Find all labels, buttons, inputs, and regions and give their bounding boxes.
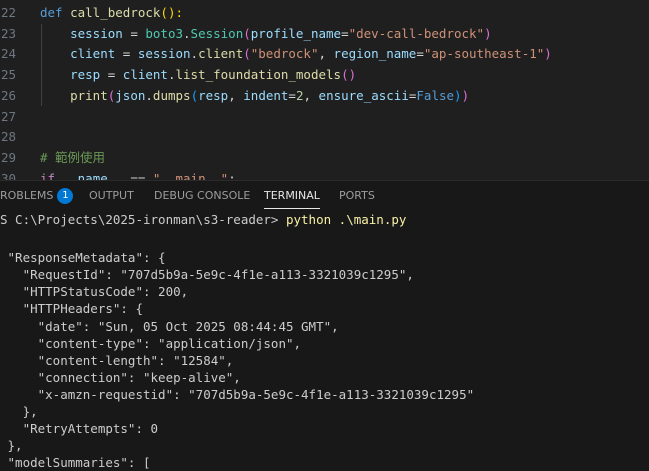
terminal-output-line: "date": "Sun, 05 Oct 2025 08:44:45 GMT", xyxy=(0,318,339,334)
terminal-output-line: "ResponseMetadata": { xyxy=(0,250,166,266)
terminal-output-line: "HTTPStatusCode": 200, xyxy=(0,284,189,300)
code-line: 30 if __name__ == "__main__": xyxy=(0,169,649,180)
code-editor[interactable]: 22 def call_bedrock(): 23 session = boto3.… xyxy=(0,0,649,180)
terminal-output-line: "x-amzn-requestid": "707d5b9a-5e9c-4f1e-… xyxy=(0,386,475,402)
terminal-output-line: "RequestId": "707d5b9a-5e9c-4f1e-a113-33… xyxy=(0,267,414,283)
terminal-output-line: "content-type": "application/json", xyxy=(0,335,302,351)
tab-output[interactable]: OUTPUT xyxy=(89,181,134,211)
code-text: resp = client.list_foundation_models() xyxy=(70,67,357,83)
line-number: 28 xyxy=(0,129,16,145)
code-text: client = session.client("bedrock", regio… xyxy=(70,46,552,62)
terminal-output-line: "RetryAttempts": 0 xyxy=(0,421,159,437)
terminal-output-line: "modelSummaries": [ xyxy=(0,455,151,471)
indent-guide xyxy=(41,23,42,107)
code-text: # 範例使用 xyxy=(40,149,106,165)
terminal-prompt: S C:\Projects\2025-ironman\s3-reader> xyxy=(0,212,286,227)
code-line: 24 client = session.client("bedrock", re… xyxy=(0,44,649,64)
terminal-output-line: }, xyxy=(0,404,38,419)
code-text: def call_bedrock(): xyxy=(40,5,183,20)
terminal-command: python .\main.py xyxy=(285,212,407,227)
terminal-prompt-line: S C:\Projects\2025-ironman\s3-reader> py… xyxy=(0,211,406,228)
code-line: 23 session = boto3.Session(profile_name=… xyxy=(0,24,649,44)
terminal[interactable]: S C:\Projects\2025-ironman\s3-reader> py… xyxy=(0,210,649,471)
code-line: 29 # 範例使用 xyxy=(0,148,649,168)
tab-terminal[interactable]: TERMINAL xyxy=(264,181,320,211)
code-line: 27 xyxy=(0,107,649,127)
line-number: 22 xyxy=(0,5,16,20)
tab-problems[interactable]: ROBLEMS 1 xyxy=(0,181,74,211)
code-text: session = boto3.Session(profile_name="de… xyxy=(70,25,492,41)
code-text: if __name__ == "__main__": xyxy=(40,170,236,180)
tab-ports[interactable]: PORTS xyxy=(339,181,375,211)
code-line: 22 def call_bedrock(): xyxy=(0,3,649,23)
code-line: 25 resp = client.list_foundation_models(… xyxy=(0,65,649,85)
panel-tab-bar: ROBLEMS 1 OUTPUT DEBUG CONSOLE TERMINAL P… xyxy=(0,180,649,211)
terminal-output-line: "content-length": "12584", xyxy=(0,352,234,368)
tab-problems-label: ROBLEMS xyxy=(0,189,54,202)
code-text: print(json.dumps(resp, indent=2, ensure_… xyxy=(70,87,470,103)
line-number: 26 xyxy=(0,87,16,103)
problems-count-badge: 1 xyxy=(57,188,74,204)
terminal-output-line: "HTTPHeaders": { xyxy=(0,301,143,317)
line-number: 24 xyxy=(0,46,16,62)
line-number: 29 xyxy=(0,149,16,165)
code-line: 26 print(json.dumps(resp, indent=2, ensu… xyxy=(0,86,649,106)
line-number: 27 xyxy=(0,108,16,124)
terminal-output-line: }, xyxy=(0,438,23,454)
line-number: 23 xyxy=(0,25,16,41)
code-line: 28 xyxy=(0,127,649,147)
line-number: 25 xyxy=(0,67,16,83)
terminal-output-line: "connection": "keep-alive", xyxy=(0,369,241,385)
line-number: 30 xyxy=(0,170,16,180)
tab-debug-console[interactable]: DEBUG CONSOLE xyxy=(154,181,250,211)
